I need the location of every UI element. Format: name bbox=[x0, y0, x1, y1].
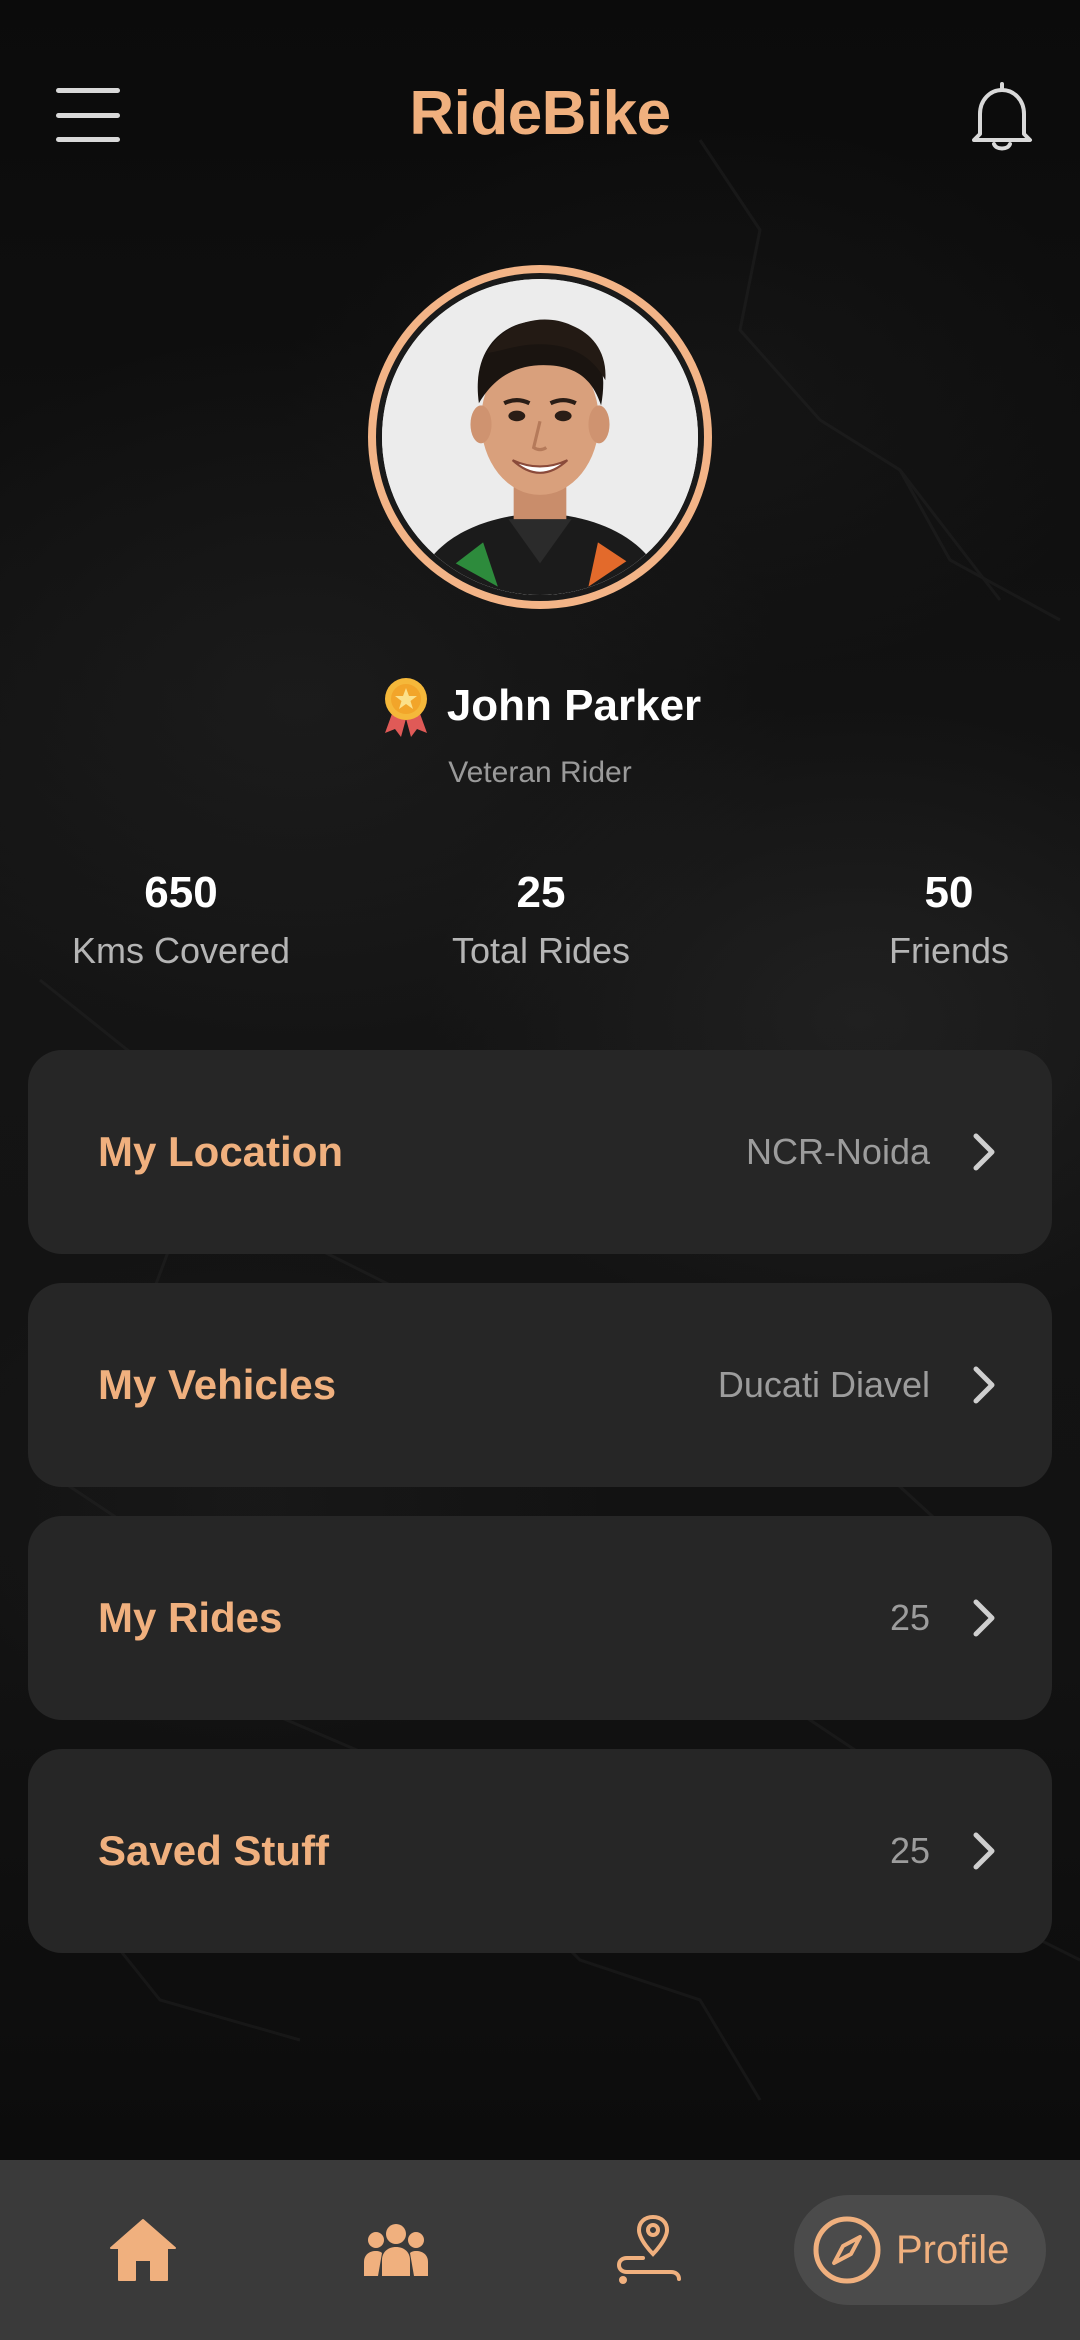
chevron-right-icon bbox=[973, 1832, 995, 1870]
stat-total-rides: 25 Total Rides bbox=[381, 865, 701, 979]
group-icon bbox=[364, 2224, 428, 2276]
user-portrait bbox=[382, 279, 698, 595]
stats-row: 650 Kms Covered 25 Total Rides 50 Friend… bbox=[0, 865, 1080, 985]
user-name: John Parker bbox=[446, 681, 702, 730]
stat-friends: 50 Friends bbox=[789, 865, 1080, 979]
home-icon bbox=[110, 2219, 176, 2281]
menu-item-value: 25 bbox=[889, 1597, 930, 1638]
menu-item-value: NCR-Noida bbox=[745, 1131, 930, 1172]
bottom-nav: Profile bbox=[0, 2160, 1080, 2340]
menu-item-title: My Rides bbox=[98, 1594, 283, 1641]
stat-value: 650 bbox=[144, 868, 218, 917]
nav-item-friends[interactable] bbox=[343, 2160, 449, 2340]
chevron-right-icon bbox=[973, 1366, 995, 1404]
medal-icon bbox=[384, 678, 427, 737]
menu-item-my-vehicles[interactable]: My Vehicles Ducati Diavel bbox=[28, 1283, 1052, 1487]
bell-icon[interactable] bbox=[966, 78, 1038, 154]
menu-item-saved-stuff[interactable]: Saved Stuff 25 bbox=[28, 1749, 1052, 1953]
nav-profile-label: Profile bbox=[896, 2227, 1010, 2272]
user-name-row: John Parker bbox=[0, 675, 1080, 737]
avatar-photo bbox=[382, 279, 698, 595]
menu-item-value: Ducati Diavel bbox=[717, 1364, 930, 1405]
avatar[interactable] bbox=[368, 265, 712, 609]
nav-item-profile[interactable]: Profile bbox=[794, 2195, 1046, 2305]
menu-item-title: My Location bbox=[98, 1128, 344, 1175]
nav-item-home[interactable] bbox=[90, 2160, 196, 2340]
stat-value: 25 bbox=[516, 868, 566, 917]
menu-item-value: 25 bbox=[889, 1830, 930, 1871]
menu-item-my-location[interactable]: My Location NCR-Noida bbox=[28, 1050, 1052, 1254]
chevron-right-icon bbox=[973, 1599, 995, 1637]
stat-kms-covered: 650 Kms Covered bbox=[21, 865, 341, 979]
nav-item-routes[interactable] bbox=[596, 2160, 702, 2340]
stat-label: Friends bbox=[888, 930, 1010, 971]
stat-label: Total Rides bbox=[451, 930, 631, 971]
app-header: RideBike bbox=[0, 0, 1080, 230]
stat-label: Kms Covered bbox=[71, 930, 291, 971]
menu-item-title: My Vehicles bbox=[98, 1361, 337, 1408]
app-title: RideBike bbox=[409, 79, 671, 148]
user-rank: Veteran Rider bbox=[448, 756, 632, 789]
profile-screen: RideBike John Parker Veteran Rider 650 K… bbox=[0, 0, 1080, 2340]
stat-value: 50 bbox=[924, 868, 974, 917]
chevron-right-icon bbox=[973, 1133, 995, 1171]
compass-icon bbox=[813, 2216, 881, 2284]
menu-item-title: Saved Stuff bbox=[98, 1827, 330, 1874]
route-pin-icon bbox=[616, 2214, 681, 2284]
menu-item-my-rides[interactable]: My Rides 25 bbox=[28, 1516, 1052, 1720]
